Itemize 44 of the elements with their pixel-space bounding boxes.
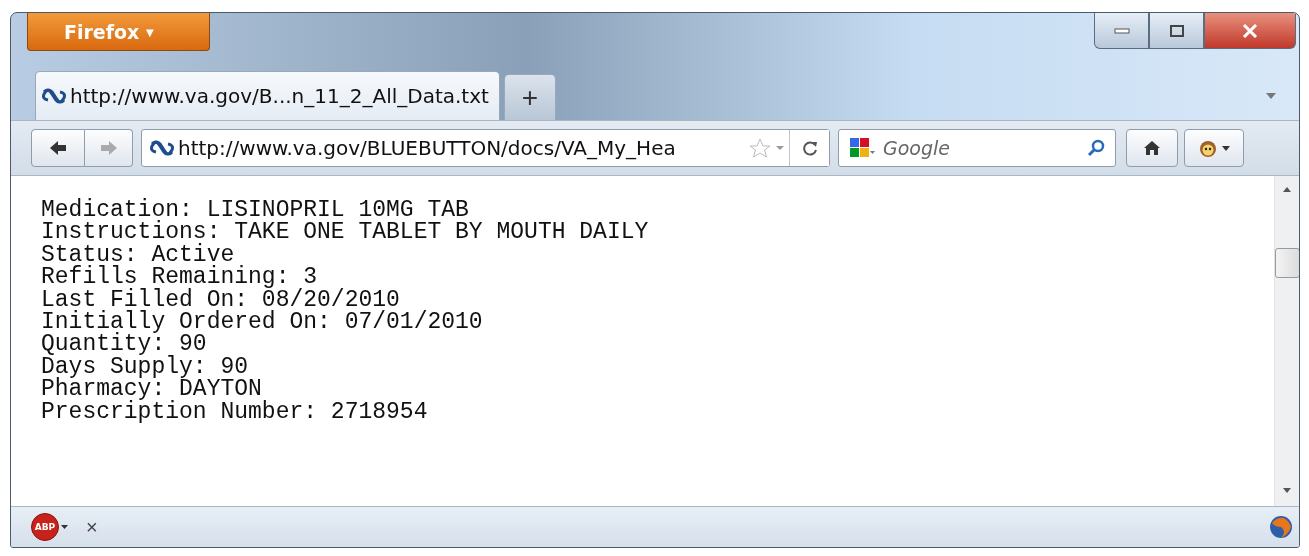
search-bar[interactable]: Google — [838, 129, 1116, 167]
text-line: Days Supply: 90 — [41, 355, 249, 379]
site-logo-icon — [150, 140, 174, 156]
dropdown-arrow-icon[interactable] — [1265, 92, 1277, 100]
scroll-up-icon[interactable] — [1282, 186, 1292, 192]
maximize-icon — [1169, 24, 1184, 37]
text-line: Prescription Number: 2718954 — [41, 400, 429, 424]
star-icon[interactable] — [749, 138, 771, 158]
text-line: Instructions: TAKE ONE TABLET BY MOUTH DAILY — [41, 221, 650, 244]
maximize-button[interactable] — [1149, 13, 1204, 49]
site-logo-icon — [42, 88, 66, 104]
monkey-face-icon — [1198, 138, 1218, 158]
address-bar[interactable]: http://www.va.gov/BLUEBUTTON/docs/VA_My_Hea — [141, 129, 830, 167]
close-icon — [1242, 23, 1258, 38]
scrollbar-thumb[interactable] — [1274, 247, 1299, 278]
text-line: Quantity: 90 — [41, 333, 208, 356]
adblock-stop-sign-icon[interactable]: ABP — [31, 513, 59, 541]
text-line: Pharmacy: DAYTON — [41, 378, 262, 401]
new-tab-button[interactable]: + — [503, 74, 556, 120]
reload-icon — [801, 140, 818, 156]
search-icon[interactable] — [1087, 139, 1105, 157]
search-engine-icon — [849, 137, 875, 159]
back-button[interactable] — [31, 129, 85, 167]
home-button[interactable] — [1126, 129, 1178, 167]
minimize-button[interactable] — [1094, 13, 1149, 49]
globe-icon[interactable] — [1269, 515, 1293, 539]
home-icon — [1143, 140, 1161, 156]
scroll-down-icon[interactable] — [1282, 488, 1292, 494]
forward-arrow-icon — [99, 140, 118, 156]
dropdown-arrow-icon[interactable] — [775, 145, 785, 151]
dropdown-arrow-icon — [1222, 145, 1230, 151]
minimize-icon — [1113, 26, 1130, 35]
back-arrow-icon — [49, 140, 67, 156]
text-line: Initially Ordered On: 07/01/2010 — [41, 311, 484, 334]
vertical-scrollbar[interactable] — [1274, 176, 1299, 506]
addon-button[interactable] — [1184, 129, 1244, 167]
text-line: Refills Remaining: 3 — [41, 266, 318, 289]
tab-title: http://www.va.gov/B...n_11_2_All_Data.txt — [70, 84, 489, 108]
close-button[interactable] — [1204, 13, 1296, 49]
dropdown-arrow-icon — [61, 525, 68, 529]
url-text: http://www.va.gov/BLUEBUTTON/docs/VA_My_Hea — [178, 136, 677, 160]
reload-button[interactable] — [789, 130, 829, 166]
browser-tab[interactable]: http://www.va.gov/B...n_11_2_All_Data.txt — [35, 71, 500, 120]
close-addon-bar-button[interactable]: × — [82, 515, 102, 539]
